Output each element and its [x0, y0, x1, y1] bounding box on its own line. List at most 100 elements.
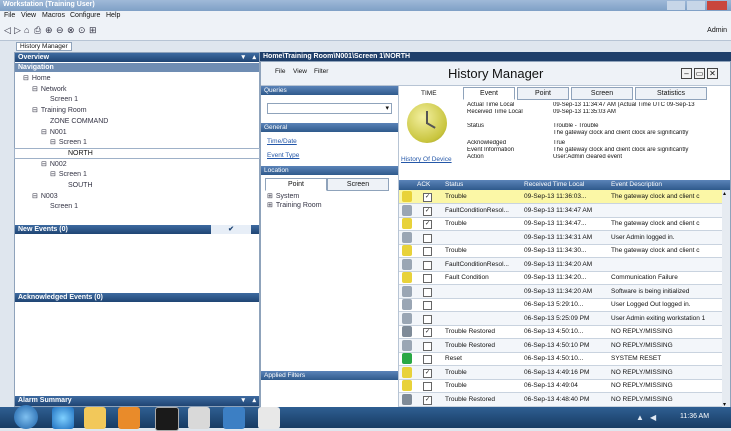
ack-checkbox[interactable]: [423, 247, 432, 256]
app-icon[interactable]: [155, 407, 179, 431]
ack-checkbox[interactable]: [423, 382, 432, 391]
event-type-link[interactable]: Event Type: [267, 152, 299, 159]
ack-checkbox[interactable]: ✓: [423, 395, 432, 405]
folder-icon[interactable]: [84, 407, 106, 429]
col-status-header[interactable]: Status: [445, 180, 463, 190]
home-icon[interactable]: ⌂: [24, 25, 29, 35]
table-row[interactable]: Trouble 06-Sep-13 4:49:04 NO REPLY/MISSING: [399, 379, 722, 393]
document-icon[interactable]: [258, 407, 280, 429]
ack-checkbox[interactable]: [423, 301, 432, 310]
ack-events-list[interactable]: [15, 302, 259, 395]
collapse-tree-icon[interactable]: ⊟: [23, 75, 29, 82]
back-icon[interactable]: ◁: [4, 25, 11, 36]
check-icon[interactable]: ✔: [211, 225, 251, 234]
collapse-tree-icon[interactable]: ⊟: [50, 139, 56, 146]
ack-checkbox[interactable]: ✓: [423, 206, 432, 216]
loc-tree-item-training-room[interactable]: ⊞ Training Room: [267, 201, 393, 210]
col-time-header[interactable]: Received Time Local: [524, 180, 584, 190]
queries-dropdown[interactable]: ▾: [267, 103, 392, 114]
menu-view[interactable]: View: [21, 12, 36, 19]
zoom-in-icon[interactable]: ⊕: [45, 25, 53, 36]
collapse-tree-icon[interactable]: ⊟: [41, 129, 47, 136]
table-row[interactable]: Trouble Restored 06-Sep-13 4:50:10 PM NO R…: [399, 338, 722, 353]
scroll-up-icon[interactable]: ▴: [723, 190, 726, 197]
table-row[interactable]: ✓ Trouble Restored 06-Sep-13 4:50:10... NO …: [399, 325, 722, 339]
hm-close-button[interactable]: ✕: [707, 68, 718, 79]
nav-tree-item[interactable]: ⊟ Screen 1: [15, 170, 259, 179]
table-row[interactable]: ✓ Trouble Restored 06-Sep-13 4:48:40 PM NO …: [399, 392, 722, 407]
collapse-icon[interactable]: ▴: [252, 53, 256, 62]
collapse-tree-icon[interactable]: ⊟: [41, 161, 47, 168]
nav-tree-item[interactable]: ⊟ Home: [15, 74, 259, 83]
collapse-tree-icon[interactable]: ⊟: [32, 107, 38, 114]
menu-help[interactable]: Help: [106, 12, 120, 19]
hm-menu-filter[interactable]: Filter: [314, 68, 328, 75]
ack-checkbox[interactable]: [423, 355, 432, 364]
ack-checkbox[interactable]: ✓: [423, 193, 432, 202]
nav-tree-item[interactable]: ⊟ N001: [15, 128, 259, 137]
tab-event[interactable]: Event: [463, 87, 515, 100]
ack-checkbox[interactable]: [423, 274, 432, 283]
nav-tree-item[interactable]: ⊟ Screen 1: [15, 138, 259, 147]
table-row[interactable]: Reset 06-Sep-13 4:50:10... SYSTEM RESET: [399, 352, 722, 366]
table-row[interactable]: 09-Sep-13 11:34:20 AM Software is being i…: [399, 284, 722, 299]
nav-tree-item[interactable]: NORTH: [14, 147, 260, 159]
ack-checkbox[interactable]: [423, 287, 432, 297]
tab-point[interactable]: Point: [517, 87, 569, 100]
pin-icon[interactable]: ▾: [241, 396, 245, 405]
table-row[interactable]: Trouble 09-Sep-13 11:34:30... The gateway …: [399, 244, 722, 258]
hm-menu-file[interactable]: File: [275, 68, 285, 75]
print-icon[interactable]: ⎙: [34, 25, 41, 36]
tab-statistics[interactable]: Statistics: [635, 87, 707, 100]
ack-checkbox[interactable]: [423, 233, 432, 243]
collapse-tree-icon[interactable]: ⊟: [32, 86, 38, 93]
hm-minimize-button[interactable]: –: [681, 68, 692, 79]
tray-network-icon[interactable]: ▲: [636, 413, 644, 422]
table-row[interactable]: ✓ Trouble 06-Sep-13 4:49:16 PM NO REPLY/MIS…: [399, 365, 722, 380]
collapse-tree-icon[interactable]: ⊟: [50, 171, 56, 178]
tab-history-manager[interactable]: History Manager: [16, 42, 72, 51]
zoom-fit-icon[interactable]: ⊗: [67, 25, 75, 36]
table-row[interactable]: FaultConditionResol... 09-Sep-13 11:34:20…: [399, 257, 722, 272]
col-ack-header[interactable]: ACK: [417, 180, 430, 190]
pin-icon[interactable]: ▾: [241, 53, 245, 62]
nav-tree-item[interactable]: ZONE COMMAND: [15, 117, 259, 126]
workstation-icon[interactable]: [188, 407, 210, 429]
maximize-window-button[interactable]: [687, 1, 705, 10]
table-row[interactable]: 09-Sep-13 11:34:31 AM User Admin logged i…: [399, 230, 722, 245]
nav-tree-item[interactable]: ⊟ N002: [15, 160, 259, 169]
nav-tree-item[interactable]: Screen 1: [15, 95, 259, 104]
zoom-reset-icon[interactable]: ⊙: [78, 25, 86, 36]
close-window-button[interactable]: [707, 1, 727, 10]
collapse-tree-icon[interactable]: ⊟: [32, 193, 38, 200]
new-events-list[interactable]: [15, 234, 259, 292]
history-of-device-link[interactable]: History Of Device: [401, 156, 452, 163]
ack-checkbox[interactable]: [423, 260, 432, 270]
time-date-link[interactable]: Time/Date: [267, 138, 297, 145]
tray-volume-icon[interactable]: ◀: [650, 413, 656, 422]
ack-checkbox[interactable]: ✓: [423, 220, 432, 229]
ack-checkbox[interactable]: ✓: [423, 368, 432, 378]
network-app-icon[interactable]: [223, 407, 245, 429]
table-row[interactable]: ✓ Trouble 09-Sep-13 11:34:47... The gateway…: [399, 217, 722, 231]
grid-scrollbar[interactable]: ▴ ▾: [722, 190, 730, 408]
col-desc-header[interactable]: Event Description: [611, 180, 662, 190]
table-row[interactable]: ✓ Trouble 09-Sep-13 11:36:03... The gateway…: [399, 190, 722, 204]
hm-menu-view[interactable]: View: [293, 68, 307, 75]
ack-checkbox[interactable]: [423, 314, 432, 324]
ack-checkbox[interactable]: [423, 341, 432, 351]
menu-macros[interactable]: Macros: [42, 12, 65, 19]
minimize-window-button[interactable]: [667, 1, 685, 10]
menu-configure[interactable]: Configure: [70, 12, 100, 19]
nav-tree-item[interactable]: Screen 1: [15, 202, 259, 211]
layout-icon[interactable]: ⊞: [89, 25, 97, 36]
collapse-icon[interactable]: ▴: [252, 396, 256, 405]
table-row[interactable]: Fault Condition 09-Sep-13 11:34:20... Comm…: [399, 271, 722, 285]
nav-tree-item[interactable]: ⊟ N003: [15, 192, 259, 201]
loc-tree-item-system[interactable]: ⊞ System: [267, 192, 393, 201]
nav-tree-item[interactable]: ⊟ Training Room: [15, 106, 259, 115]
nav-tree-item[interactable]: SOUTH: [15, 181, 259, 190]
table-row[interactable]: ✓ FaultConditionResol... 09-Sep-13 11:34:4…: [399, 203, 722, 218]
menu-file[interactable]: File: [4, 12, 15, 19]
ack-checkbox[interactable]: ✓: [423, 328, 432, 337]
